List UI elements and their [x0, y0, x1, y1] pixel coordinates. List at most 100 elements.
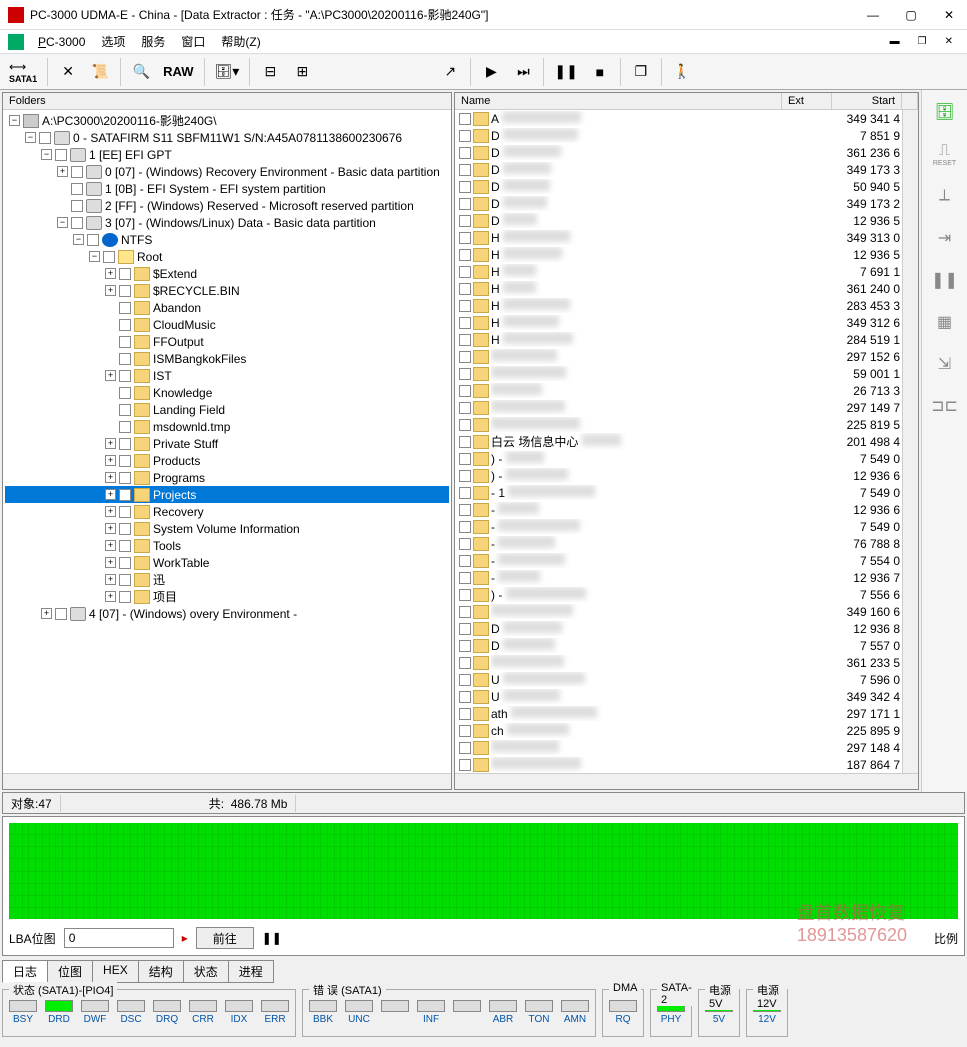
folder-tree[interactable]: −A:\PC3000\20200116-影驰240G\−0 - SATAFIRM…: [3, 110, 451, 773]
list-item[interactable]: ath 297 171 1: [455, 705, 902, 722]
tree-node[interactable]: −1 [EE] EFI GPT: [5, 146, 449, 163]
tree-checkbox[interactable]: [119, 353, 131, 365]
col-ext[interactable]: Ext: [782, 93, 832, 109]
row-checkbox[interactable]: [459, 147, 471, 159]
row-checkbox[interactable]: [459, 113, 471, 125]
list-item[interactable]: U 7 596 0: [455, 671, 902, 688]
expand-toggle[interactable]: +: [105, 574, 116, 585]
row-checkbox[interactable]: [459, 181, 471, 193]
maximize-button[interactable]: ▢: [901, 8, 921, 22]
list-item[interactable]: - 7 549 0: [455, 518, 902, 535]
row-checkbox[interactable]: [459, 572, 471, 584]
list-item[interactable]: D 349 173 3: [455, 161, 902, 178]
expand-toggle[interactable]: −: [9, 115, 20, 126]
menu-pc3000[interactable]: PPC-3000C-3000: [32, 33, 91, 51]
tree-node[interactable]: +4 [07] - (Windows) overy Environment -: [5, 605, 449, 622]
list-item[interactable]: U 349 342 4: [455, 688, 902, 705]
expand-toggle[interactable]: −: [89, 251, 100, 262]
row-checkbox[interactable]: [459, 351, 471, 363]
tree-checkbox[interactable]: [119, 489, 131, 501]
list-item[interactable]: 297 149 7: [455, 399, 902, 416]
reset-icon[interactable]: ⎍RESET: [929, 140, 961, 168]
exit-icon[interactable]: 🚶: [667, 57, 697, 87]
tree-node[interactable]: −Root: [5, 248, 449, 265]
list-item[interactable]: D 12 936 8: [455, 620, 902, 637]
row-checkbox[interactable]: [459, 249, 471, 261]
expand-toggle[interactable]: +: [105, 285, 116, 296]
tree-checkbox[interactable]: [39, 132, 51, 144]
menu-window[interactable]: 窗口: [175, 31, 211, 52]
row-checkbox[interactable]: [459, 555, 471, 567]
row-checkbox[interactable]: [459, 198, 471, 210]
close-button[interactable]: ✕: [939, 8, 959, 22]
expand-toggle[interactable]: +: [105, 370, 116, 381]
expand-toggle[interactable]: +: [105, 438, 116, 449]
list-item[interactable]: 361 233 5: [455, 654, 902, 671]
export-icon[interactable]: ↗: [435, 57, 465, 87]
expand-toggle[interactable]: +: [57, 166, 68, 177]
tree-node[interactable]: +$RECYCLE.BIN: [5, 282, 449, 299]
lba-input[interactable]: [64, 928, 174, 948]
tree-node[interactable]: 2 [FF] - (Windows) Reserved - Microsoft …: [5, 197, 449, 214]
database-icon[interactable]: 🗄▾: [210, 57, 245, 87]
row-checkbox[interactable]: [459, 674, 471, 686]
expand-toggle[interactable]: −: [41, 149, 52, 160]
list-item[interactable]: - 7 554 0: [455, 552, 902, 569]
tab-状态[interactable]: 状态: [183, 960, 229, 983]
lba-marker-icon[interactable]: ▸: [182, 931, 188, 945]
list-item[interactable]: ch 225 895 9: [455, 722, 902, 739]
row-checkbox[interactable]: [459, 725, 471, 737]
tree-checkbox[interactable]: [119, 506, 131, 518]
tree-checkbox[interactable]: [119, 540, 131, 552]
row-checkbox[interactable]: [459, 521, 471, 533]
tree-node[interactable]: Knowledge: [5, 384, 449, 401]
expand-toggle[interactable]: +: [105, 591, 116, 602]
expand-toggle[interactable]: +: [105, 268, 116, 279]
row-checkbox[interactable]: [459, 368, 471, 380]
list-item[interactable]: ) - 7 556 6: [455, 586, 902, 603]
tree-checkbox[interactable]: [119, 285, 131, 297]
pause-icon[interactable]: ❚❚: [549, 57, 582, 87]
port-button[interactable]: ⟷SATA1: [4, 57, 42, 87]
menu-services[interactable]: 服务: [135, 31, 171, 52]
list-item[interactable]: H 7 691 1: [455, 263, 902, 280]
tree-checkbox[interactable]: [119, 455, 131, 467]
list-item[interactable]: D 50 940 5: [455, 178, 902, 195]
tree-checkbox[interactable]: [119, 302, 131, 314]
expand-toggle[interactable]: +: [105, 523, 116, 534]
tree-node[interactable]: msdownld.tmp: [5, 418, 449, 435]
row-checkbox[interactable]: [459, 487, 471, 499]
tree-checkbox[interactable]: [71, 200, 83, 212]
tab-结构[interactable]: 结构: [138, 960, 184, 983]
col-start[interactable]: Start: [832, 93, 902, 109]
tree-checkbox[interactable]: [55, 149, 67, 161]
list-item[interactable]: A 349 341 4: [455, 110, 902, 127]
expand-toggle[interactable]: −: [25, 132, 36, 143]
tree-node[interactable]: +迅: [5, 571, 449, 588]
tab-进程[interactable]: 进程: [228, 960, 274, 983]
row-checkbox[interactable]: [459, 623, 471, 635]
list-item[interactable]: 白云 场信息中心 201 498 4: [455, 433, 902, 450]
tree-checkbox[interactable]: [119, 387, 131, 399]
tree-node[interactable]: +项目: [5, 588, 449, 605]
row-checkbox[interactable]: [459, 504, 471, 516]
mdi-close-icon[interactable]: ✕: [939, 34, 959, 49]
binoculars-icon[interactable]: 🔍: [126, 57, 156, 87]
pause2-icon[interactable]: ❚❚: [929, 266, 961, 294]
tree-node[interactable]: +WorkTable: [5, 554, 449, 571]
export2-icon[interactable]: ⇲: [929, 350, 961, 378]
row-checkbox[interactable]: [459, 742, 471, 754]
menu-help[interactable]: 帮助(Z): [215, 31, 266, 52]
mdi-restore-icon[interactable]: ❐: [912, 34, 933, 49]
expand-toggle[interactable]: +: [105, 557, 116, 568]
list-item[interactable]: H 349 313 0: [455, 229, 902, 246]
expand-toggle[interactable]: +: [105, 540, 116, 551]
list-item[interactable]: 26 713 3: [455, 382, 902, 399]
tree-checkbox[interactable]: [119, 336, 131, 348]
tree-checkbox[interactable]: [119, 404, 131, 416]
tree-node[interactable]: −A:\PC3000\20200116-影驰240G\: [5, 112, 449, 129]
play-icon[interactable]: ▶: [476, 57, 506, 87]
raw-button[interactable]: RAW: [158, 57, 198, 87]
row-checkbox[interactable]: [459, 640, 471, 652]
col-name[interactable]: Name: [455, 93, 782, 109]
